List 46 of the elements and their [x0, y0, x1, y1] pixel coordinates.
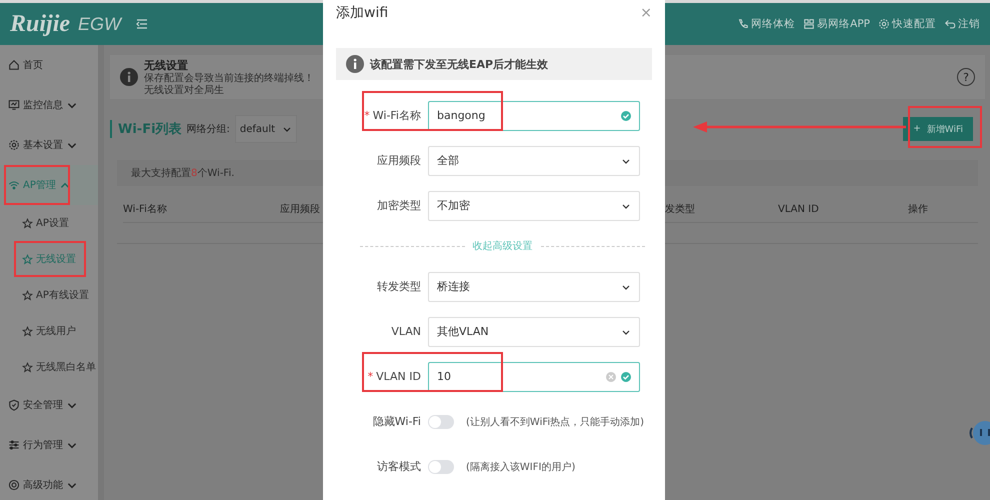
column-header: 发类型 [665, 202, 695, 216]
header-link[interactable]: 网络体检 [751, 17, 796, 31]
section-title: Wi-Fi列表 [110, 120, 182, 138]
sidebar-item[interactable]: 基本设置 [0, 125, 98, 165]
header-link[interactable]: 快速配置 [892, 17, 936, 31]
banner-text: 保存配置会导致当前连接的终端掉线！无线设置对全局生 [144, 72, 315, 96]
sidebar-item[interactable]: 首页 [0, 45, 98, 85]
field-label: VLAN [390, 325, 422, 338]
column-header: 操作 [908, 203, 928, 216]
sidebar-item[interactable]: 监控信息 [0, 85, 98, 125]
field-label: * Wi-Fi名称 [363, 108, 422, 123]
sidebar-subitem[interactable]: AP设置 [0, 205, 98, 241]
group-select[interactable]: default [234, 115, 297, 143]
select-field[interactable]: 不加密 [428, 190, 640, 220]
field-label: 隐藏Wi-Fi [372, 414, 422, 429]
sidebar-item[interactable]: 安全管理 [0, 385, 98, 425]
product-name: EGW [78, 14, 122, 34]
input-field[interactable]: bangong [428, 100, 640, 130]
select-field[interactable]: 其他VLAN [428, 316, 640, 346]
close-button[interactable]: × [640, 5, 652, 21]
sidebar-item[interactable]: 高级功能 [0, 465, 98, 500]
column-header: Wi-Fi名称 [123, 203, 167, 216]
add-wifi-button[interactable]: + 新增WiFi [903, 117, 973, 141]
brand-logo: Ruijie [10, 10, 70, 38]
sidebar-subitem[interactable]: 无线用户 [0, 313, 98, 349]
header-link[interactable]: 注销 [958, 17, 980, 31]
hint-text: (让别人看不到WiFi热点，只能手动添加) [466, 416, 644, 428]
help-icon[interactable]: ? [957, 68, 975, 86]
sidebar-subitem[interactable]: 无线黑白名单 [0, 349, 98, 385]
hint-text: (隔离接入该WIFI的用户) [466, 460, 576, 474]
column-header: 应用频段 [280, 202, 320, 216]
field-label: 转发类型 [376, 279, 422, 294]
dialog-title: 添加wifi [336, 4, 388, 22]
select-field[interactable]: 桥连接 [428, 272, 640, 302]
field-label: 访客模式 [376, 459, 422, 474]
sidebar-item[interactable]: 行为管理 [0, 425, 98, 465]
notice-text: 该配置需下发至无线EAP后才能生效 [370, 56, 548, 72]
banner-title: 无线设置 [144, 58, 189, 72]
field-label: * VLAN ID [366, 370, 422, 383]
select-field[interactable]: 全部 [428, 146, 640, 176]
header-link[interactable]: 易网络APP [817, 17, 870, 31]
input-field[interactable]: 10 [428, 362, 640, 392]
field-label: 加密类型 [376, 198, 422, 213]
sidebar-subitem[interactable]: AP有线设置 [0, 277, 98, 313]
group-label: 网络分组: [186, 123, 230, 136]
column-header: VLAN ID [778, 204, 819, 214]
